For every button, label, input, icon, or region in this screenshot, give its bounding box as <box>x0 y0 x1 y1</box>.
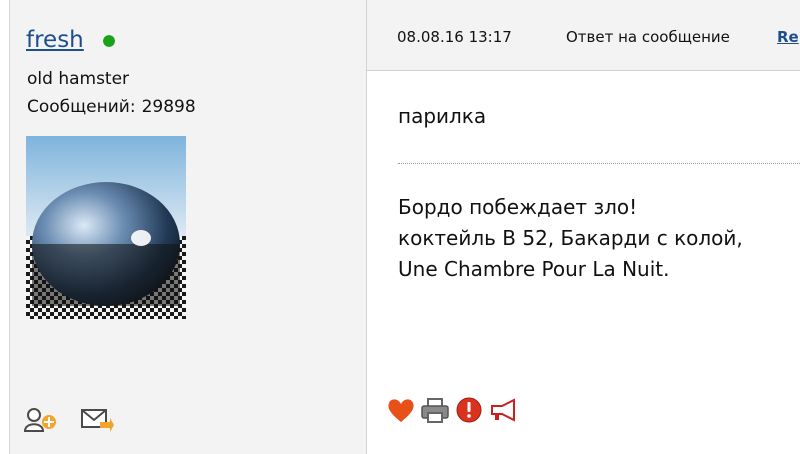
reply-to-label: Ответ на сообщение <box>566 28 730 46</box>
post-line: коктейль В 52, Бакарди с колой, <box>398 226 743 250</box>
heart-icon[interactable] <box>386 396 416 424</box>
post-divider <box>398 163 800 164</box>
add-friend-icon[interactable] <box>24 407 58 433</box>
post-count-value: 29898 <box>141 97 196 117</box>
post-line: Une Chambre Pour La Nuit. <box>398 257 670 281</box>
post-title: парилка <box>398 104 487 128</box>
post-actions <box>386 396 518 424</box>
reply-to-link[interactable]: Re <box>777 27 799 47</box>
post-body: парилка Бордо побеждает зло! коктейль В … <box>367 71 800 454</box>
left-border <box>0 0 10 454</box>
author-panel: fresh old hamster Сообщений: 29898 <box>10 0 367 454</box>
avatar <box>26 136 186 319</box>
post-date: 08.08.16 13:17 <box>397 28 512 46</box>
report-icon[interactable] <box>454 396 484 424</box>
post-line: Бордо побеждает зло! <box>398 195 638 219</box>
avatar-image <box>26 136 186 319</box>
megaphone-icon[interactable] <box>488 396 518 424</box>
author-post-count: Сообщений: 29898 <box>27 96 196 118</box>
online-status-icon <box>103 35 115 47</box>
author-title: old hamster <box>27 69 130 89</box>
post-header: 08.08.16 13:17 Ответ на сообщение Re <box>367 0 800 71</box>
author-actions <box>24 407 114 433</box>
send-message-icon[interactable] <box>80 407 114 433</box>
author-username-link[interactable]: fresh <box>26 26 84 54</box>
post-count-label: Сообщений: <box>27 97 136 117</box>
print-icon[interactable] <box>420 396 450 424</box>
post-content: Бордо побеждает зло! коктейль В 52, Бака… <box>398 192 743 285</box>
